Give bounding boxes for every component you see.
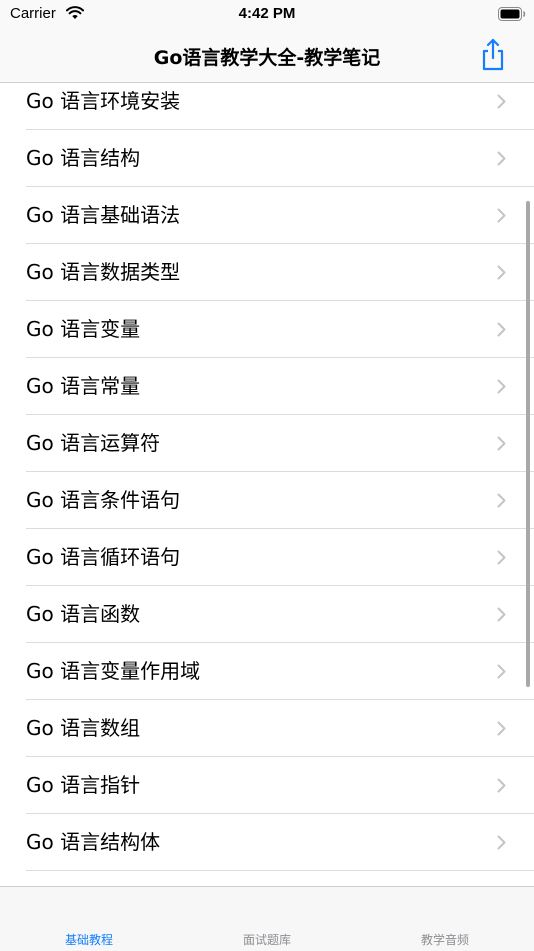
- list-item[interactable]: Go 语言变量作用域: [0, 643, 534, 700]
- separator: [26, 870, 534, 871]
- share-icon: [482, 38, 504, 71]
- list-item[interactable]: Go 语言条件语句: [0, 472, 534, 529]
- list-item-label: Go 语言指针: [26, 773, 141, 797]
- list-item[interactable]: Go 语言运算符: [0, 415, 534, 472]
- list-item[interactable]: Go 语言变量: [0, 301, 534, 358]
- tutorial-list[interactable]: Go 语言环境安装 Go 语言结构 Go 语言基础语法 Go 语言数据类型 Go…: [0, 83, 534, 886]
- share-button[interactable]: [478, 36, 508, 72]
- chevron-right-icon: [497, 778, 506, 793]
- list-item-label: Go 语言循环语句: [26, 545, 181, 569]
- list-item[interactable]: Go 语言指针: [0, 757, 534, 814]
- list-item[interactable]: Go 语言结构体: [0, 814, 534, 871]
- chevron-right-icon: [497, 664, 506, 679]
- status-bar: Carrier 4:42 PM: [0, 0, 534, 30]
- chevron-right-icon: [497, 151, 506, 166]
- list-item-label: Go 语言结构体: [26, 830, 161, 854]
- list-item[interactable]: Go 语言结构: [0, 130, 534, 187]
- chevron-right-icon: [497, 208, 506, 223]
- chevron-right-icon: [497, 379, 506, 394]
- chevron-right-icon: [497, 322, 506, 337]
- tab-basic-tutorial[interactable]: 基础教程: [0, 931, 178, 948]
- tab-interview-questions[interactable]: 面试题库: [178, 931, 356, 948]
- list-item[interactable]: Go 语言函数: [0, 586, 534, 643]
- chevron-right-icon: [497, 94, 506, 109]
- list-item[interactable]: Go 语言常量: [0, 358, 534, 415]
- list-item-label: Go 语言变量作用域: [26, 659, 201, 683]
- page-title: Go语言教学大全-教学笔记: [153, 47, 381, 69]
- list-item-label: Go 语言结构: [26, 146, 141, 170]
- list-item-label: Go 语言常量: [26, 374, 141, 398]
- list-item-label: Go 语言基础语法: [26, 203, 181, 227]
- list-item[interactable]: Go 语言数据类型: [0, 244, 534, 301]
- list-item-label: Go 语言环境安装: [26, 89, 181, 113]
- list-item-label: Go 语言条件语句: [26, 488, 181, 512]
- chevron-right-icon: [497, 607, 506, 622]
- tab-bar: 基础教程 面试题库 教学音频: [0, 886, 534, 951]
- list-item-label: Go 语言函数: [26, 602, 141, 626]
- chevron-right-icon: [497, 493, 506, 508]
- chevron-right-icon: [497, 835, 506, 850]
- scrollbar[interactable]: [526, 201, 530, 687]
- navigation-bar: Go语言教学大全-教学笔记: [0, 30, 534, 83]
- battery-icon: [498, 6, 526, 25]
- list-item[interactable]: Go 语言循环语句: [0, 529, 534, 586]
- list-item[interactable]: Go 语言基础语法: [0, 187, 534, 244]
- list-item-label: Go 语言变量: [26, 317, 141, 341]
- chevron-right-icon: [497, 436, 506, 451]
- status-time: 4:42 PM: [238, 5, 296, 22]
- chevron-right-icon: [497, 265, 506, 280]
- list-item[interactable]: Go 语言环境安装: [0, 83, 534, 130]
- list-item-label: Go 语言数据类型: [26, 260, 181, 284]
- list-item-label: Go 语言运算符: [26, 431, 161, 455]
- tab-teaching-audio[interactable]: 教学音频: [356, 931, 534, 948]
- list-item[interactable]: Go 语言数组: [0, 700, 534, 757]
- chevron-right-icon: [497, 550, 506, 565]
- chevron-right-icon: [497, 721, 506, 736]
- list-item-label: Go 语言数组: [26, 716, 141, 740]
